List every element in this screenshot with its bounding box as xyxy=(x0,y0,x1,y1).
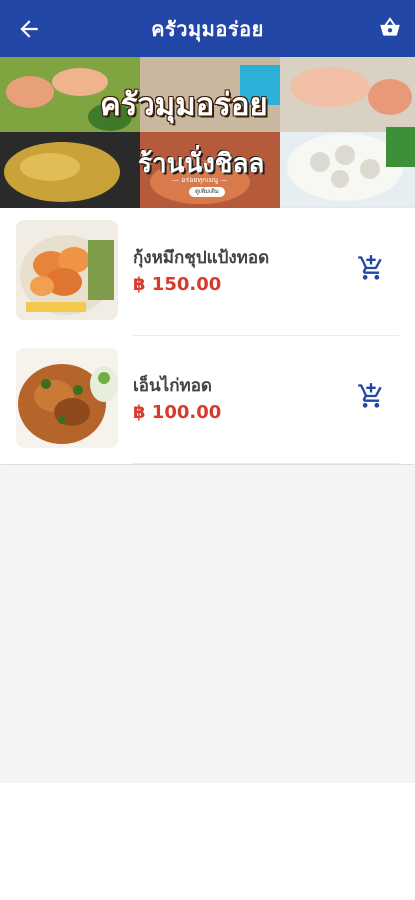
menu-item[interactable]: เอ็นไก่ทอด ฿ 100.00 xyxy=(0,336,415,464)
empty-content-area xyxy=(0,465,415,783)
menu-item-name: กุ้งหมึกชุปแป้งทอด xyxy=(133,248,270,268)
banner-pill[interactable]: ดูเพิ่มเติม xyxy=(189,187,225,197)
promo-banner[interactable]: ครัวมุมอร่อย ร้านนั่งชิลล — อร่อยทุกเมนู… xyxy=(0,57,415,208)
app-bar: ครัวมุมอร่อย xyxy=(0,0,415,57)
banner-tagline: — อร่อยทุกเมนู — xyxy=(172,176,228,184)
menu-item-image xyxy=(16,220,118,320)
arrow-left-icon[interactable] xyxy=(16,16,42,42)
add-to-cart-icon[interactable] xyxy=(357,254,385,282)
menu-item-name: เอ็นไก่ทอด xyxy=(133,376,212,396)
row-divider xyxy=(133,463,399,464)
menu-item-price: ฿ 150.00 xyxy=(133,274,222,295)
page-title: ครัวมุมอร่อย xyxy=(151,16,264,41)
menu-item-price: ฿ 100.00 xyxy=(133,402,222,423)
shopping-basket-icon[interactable] xyxy=(377,14,403,40)
menu-item[interactable]: กุ้งหมึกชุปแป้งทอด ฿ 150.00 xyxy=(0,208,415,336)
banner-headline: ครัวมุมอร่อย xyxy=(100,87,268,123)
menu-list: กุ้งหมึกชุปแป้งทอด ฿ 150.00 เอ็นไก่ทอด ฿… xyxy=(0,208,415,464)
add-to-cart-icon[interactable] xyxy=(357,382,385,410)
menu-item-image xyxy=(16,348,118,448)
